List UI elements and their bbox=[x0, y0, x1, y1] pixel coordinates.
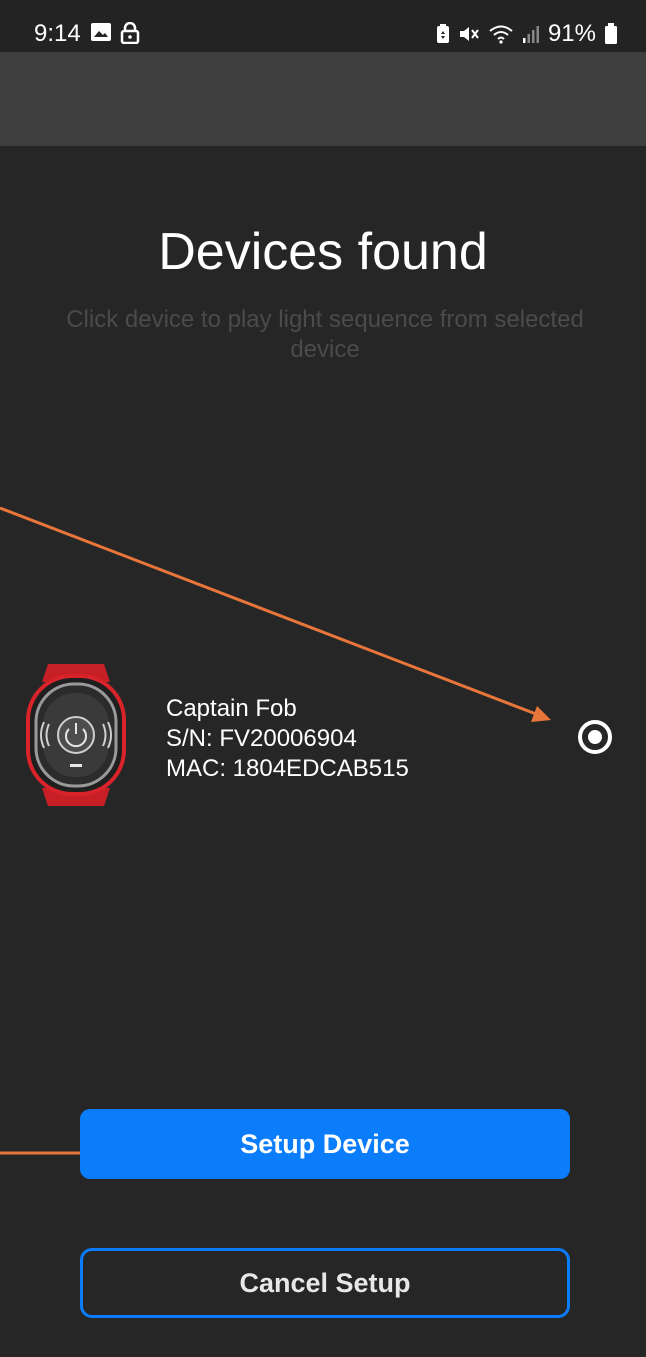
signal-icon bbox=[522, 26, 539, 43]
wifi-icon bbox=[489, 25, 513, 44]
status-left-icons bbox=[90, 22, 140, 44]
mute-icon bbox=[459, 27, 479, 41]
device-name: Captain Fob bbox=[166, 695, 297, 722]
device-serial: S/N: FV20006904 bbox=[166, 725, 357, 752]
status-bar: 9:14 91% bbox=[0, 0, 646, 52]
device-list-item[interactable]: Captain Fob S/N: FV20006904 MAC: 1804EDC… bbox=[0, 660, 646, 810]
battery-saver-icon bbox=[436, 24, 449, 43]
battery-icon bbox=[605, 23, 617, 44]
battery-percent: 91% bbox=[547, 20, 596, 47]
radio-selected-dot bbox=[588, 730, 602, 744]
page-subtitle: Click device to play light sequence from… bbox=[66, 306, 584, 363]
status-time: 9:14 bbox=[34, 20, 81, 47]
app-bar bbox=[0, 52, 646, 146]
page-title: Devices found bbox=[158, 223, 488, 281]
device-select-radio[interactable] bbox=[578, 720, 612, 754]
device-info: Captain Fob S/N: FV20006904 MAC: 1804EDC… bbox=[166, 694, 409, 784]
setup-device-button[interactable]: Setup Device bbox=[80, 1109, 570, 1179]
fob-device-icon bbox=[26, 664, 126, 806]
device-mac: MAC: 1804EDCAB515 bbox=[166, 755, 409, 782]
status-right: 91% bbox=[436, 20, 618, 48]
image-icon bbox=[91, 23, 111, 41]
lock-icon bbox=[120, 22, 140, 44]
cancel-setup-button[interactable]: Cancel Setup bbox=[80, 1248, 570, 1318]
